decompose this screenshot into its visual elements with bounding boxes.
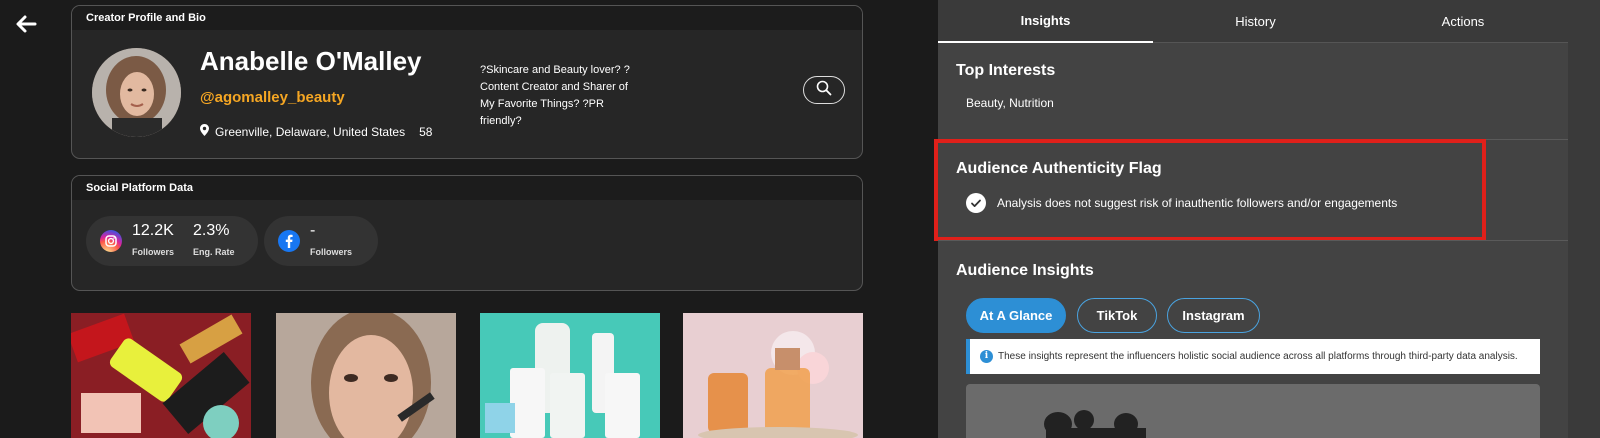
- instagram-eng-rate-label: Eng. Rate: [193, 247, 235, 257]
- tab-history[interactable]: History: [1153, 0, 1358, 43]
- creator-handle[interactable]: @agomalley_beauty: [200, 89, 345, 106]
- instagram-icon: [100, 230, 122, 252]
- check-icon: [966, 193, 986, 213]
- section-divider: [938, 240, 1568, 241]
- instagram-followers-label: Followers: [132, 247, 175, 257]
- chip-tiktok[interactable]: TikTok: [1077, 298, 1157, 333]
- tab-insights[interactable]: Insights: [938, 0, 1153, 43]
- location-row: Greenville, Delaware, United States 58: [200, 124, 432, 139]
- age-text: 58: [419, 124, 433, 139]
- creator-profile-card: Creator Profile and Bio Anabelle O'Malle…: [71, 5, 863, 159]
- post-thumbnail[interactable]: [683, 313, 863, 438]
- instagram-stats-pill[interactable]: 12.2K Followers 2.3% Eng. Rate: [86, 216, 258, 266]
- info-banner: i These insights represent the influence…: [966, 339, 1540, 374]
- top-interests-text: Beauty, Nutrition: [966, 96, 1054, 110]
- profile-card-title: Creator Profile and Bio: [72, 6, 862, 30]
- instagram-followers-value: 12.2K: [132, 222, 174, 239]
- authenticity-text: Analysis does not suggest risk of inauth…: [997, 196, 1398, 210]
- chip-instagram[interactable]: Instagram: [1167, 298, 1260, 333]
- social-platform-card: Social Platform Data 12.2K Followers 2.3…: [71, 175, 863, 291]
- instagram-eng-rate-value: 2.3%: [193, 222, 230, 239]
- creator-page: Creator Profile and Bio Anabelle O'Malle…: [0, 0, 1600, 438]
- post-thumbnail[interactable]: [480, 313, 660, 438]
- location-pin-icon: [200, 124, 209, 139]
- audience-chart-area: [966, 384, 1540, 438]
- authenticity-title: Audience Authenticity Flag: [956, 160, 1162, 177]
- facebook-stats-pill[interactable]: - Followers: [264, 216, 378, 266]
- back-arrow-icon[interactable]: [14, 12, 38, 36]
- post-thumbnail[interactable]: [276, 313, 456, 438]
- avatar: [92, 48, 181, 137]
- creator-name: Anabelle O'Malley: [200, 46, 422, 76]
- tab-actions[interactable]: Actions: [1358, 0, 1568, 43]
- search-icon: [816, 80, 832, 101]
- panel-tabs: Insights History Actions: [938, 0, 1568, 43]
- audience-insights-title: Audience Insights: [956, 262, 1094, 279]
- info-banner-text: These insights represent the influencers…: [998, 351, 1518, 362]
- facebook-followers-value: -: [310, 222, 316, 239]
- search-button[interactable]: [803, 76, 845, 104]
- facebook-followers-label: Followers: [310, 247, 353, 257]
- facebook-icon: [278, 230, 300, 252]
- location-text: Greenville, Delaware, United States: [215, 124, 406, 139]
- social-card-title: Social Platform Data: [72, 176, 862, 200]
- top-interests-title: Top Interests: [956, 62, 1056, 79]
- authenticity-highlight-box: [934, 139, 1486, 241]
- panel-scrollbar[interactable]: [1568, 0, 1600, 438]
- creator-bio: ?Skincare and Beauty lover? ?Content Cre…: [480, 64, 630, 127]
- info-icon: i: [980, 350, 993, 363]
- insights-panel: Insights History Actions Top Interests B…: [934, 0, 1568, 438]
- post-thumbnail[interactable]: [71, 313, 251, 438]
- chip-at-a-glance[interactable]: At A Glance: [966, 298, 1066, 333]
